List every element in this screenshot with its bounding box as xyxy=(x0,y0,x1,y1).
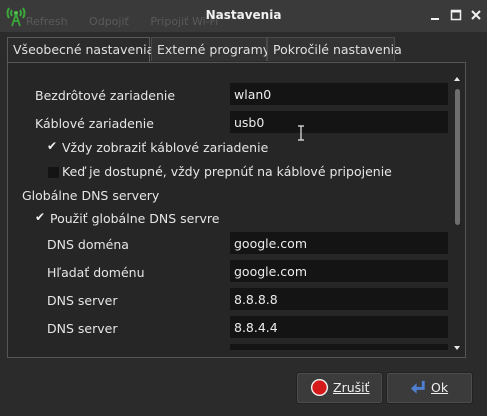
dns-section-title: Globálne DNS servery xyxy=(22,188,160,203)
dns-server-2-field[interactable] xyxy=(230,316,448,338)
ok-label: Ok xyxy=(431,380,449,395)
scrollbar-thumb[interactable] xyxy=(455,89,460,225)
wireless-device-field[interactable] xyxy=(230,83,448,105)
use-global-dns-checkbox[interactable]: ✔ xyxy=(35,210,47,225)
cancel-label: Zrušiť xyxy=(333,380,370,395)
maximize-icon[interactable] xyxy=(449,8,463,22)
minimize-icon[interactable] xyxy=(428,8,442,22)
use-global-dns-label[interactable]: Použiť globálne DNS servre xyxy=(50,211,219,226)
panel-scrollbar[interactable] xyxy=(452,75,462,353)
ok-button[interactable]: Ok xyxy=(386,372,473,404)
dns-server-2-label: DNS server xyxy=(47,321,118,336)
search-domain-label: Hľadať doménu xyxy=(47,265,145,280)
dns-server-1-label: DNS server xyxy=(47,293,118,308)
wireless-device-label: Bezdrôtové zariadenie xyxy=(35,88,176,103)
prefer-wired-label[interactable]: Keď je dostupné, vždy prepnúť na káblové… xyxy=(62,164,392,179)
tab-general-settings[interactable]: Všeobecné nastavenia xyxy=(7,37,154,63)
always-show-wired-label[interactable]: Vždy zobraziť káblové zariadenie xyxy=(62,140,268,155)
checkmark-icon: ✔ xyxy=(35,210,46,224)
close-icon[interactable] xyxy=(469,8,483,22)
window-title: Nastavenia xyxy=(205,8,282,22)
dns-server-3-field[interactable] xyxy=(230,344,448,350)
text-cursor-icon xyxy=(298,125,304,141)
scroll-down-icon[interactable] xyxy=(452,344,462,352)
dns-domain-label: DNS doména xyxy=(47,237,129,252)
wired-device-label: Káblové zariadenie xyxy=(35,116,154,131)
dns-server-1-field[interactable] xyxy=(230,288,448,310)
title-bar[interactable]: Refresh Odpojiť Pripojiť Wi-Fi Nastaveni… xyxy=(0,0,487,32)
always-show-wired-checkbox[interactable]: ✔ xyxy=(47,139,59,154)
stop-icon xyxy=(310,378,329,397)
prefer-wired-checkbox[interactable] xyxy=(48,167,59,178)
search-domain-field[interactable] xyxy=(230,260,448,282)
scroll-up-icon[interactable] xyxy=(452,75,462,83)
tab-advanced-settings[interactable]: Pokročilé nastavenia xyxy=(267,37,402,61)
return-arrow-icon xyxy=(410,380,425,394)
wired-device-field[interactable] xyxy=(230,111,448,133)
settings-panel xyxy=(7,62,466,358)
cancel-button[interactable]: Zrušiť xyxy=(296,372,383,404)
checkmark-icon: ✔ xyxy=(47,139,58,153)
dns-domain-field[interactable] xyxy=(230,232,448,254)
tab-external-programs[interactable]: Externé programy xyxy=(151,37,270,61)
